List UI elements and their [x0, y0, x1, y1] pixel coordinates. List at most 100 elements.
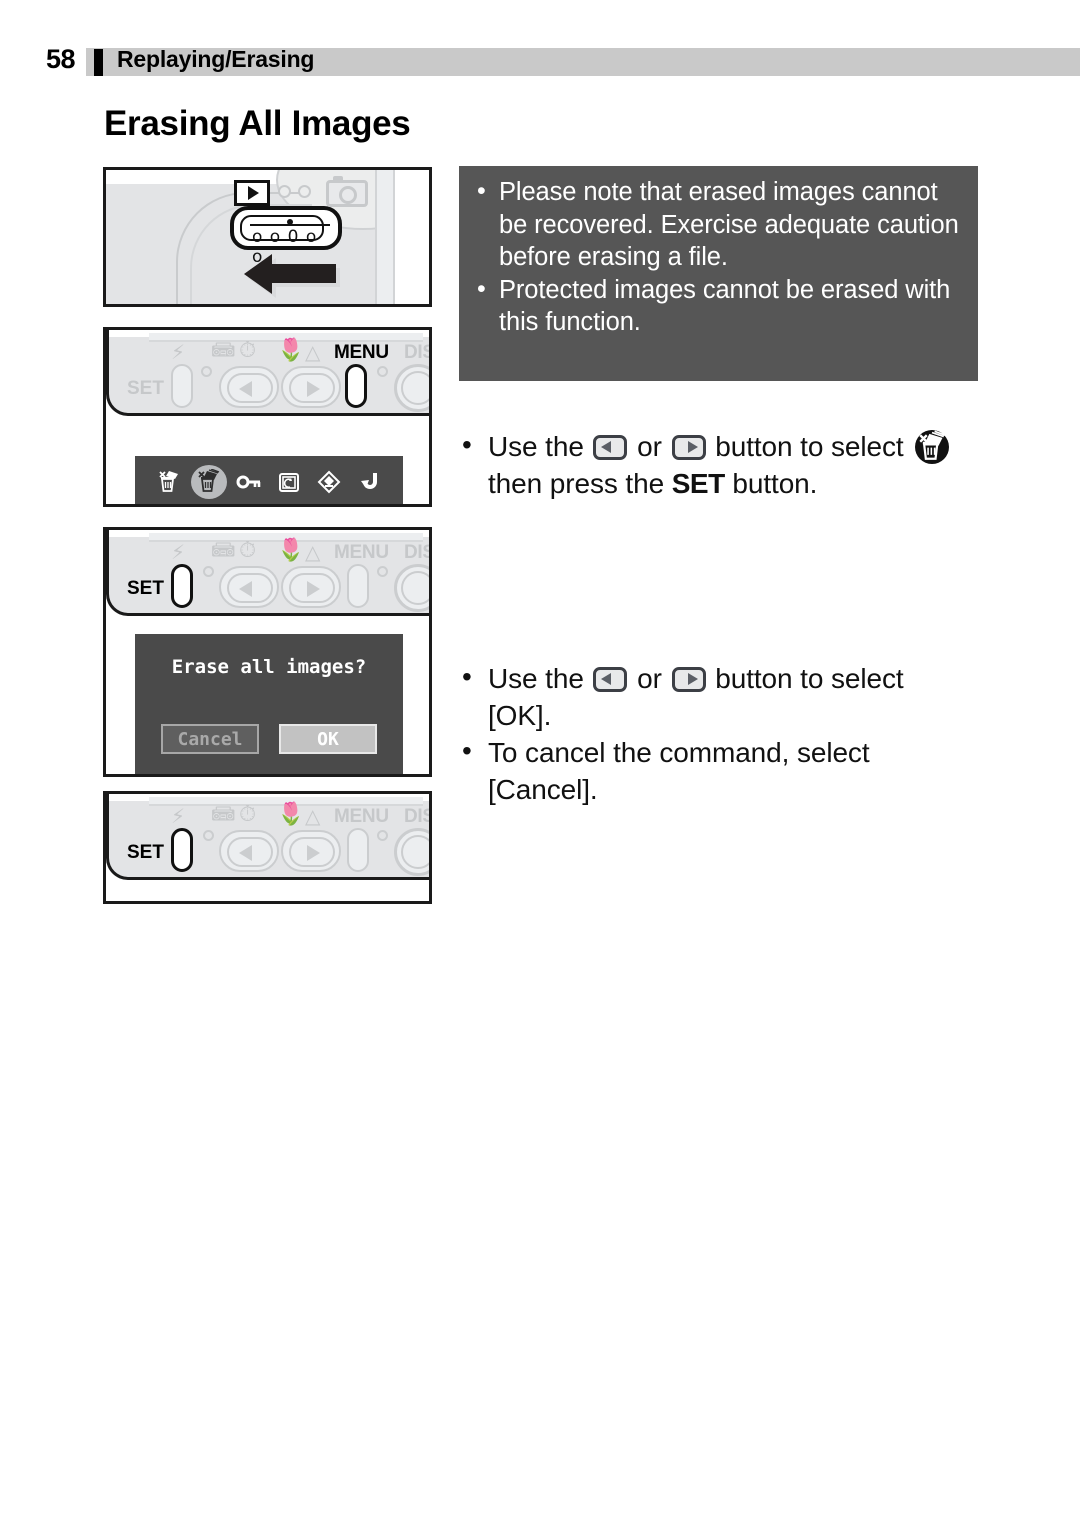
- lcd-menu-screen: [135, 456, 403, 504]
- right-arrow-button-2[interactable]: [281, 366, 341, 408]
- instr2-text-part2: button to select: [715, 663, 904, 694]
- mode-switch-nub: [287, 219, 293, 225]
- continuous-shoot-icon: 📾: [211, 802, 236, 827]
- disp-button-3[interactable]: [394, 564, 429, 612]
- protect-key-icon[interactable]: [234, 467, 264, 497]
- figure-step-2: ⚡ 📾 ⏱ 🌷 △ MENU DISP SET: [103, 327, 432, 507]
- indicator-led-3b: [377, 566, 388, 577]
- set-button-4[interactable]: [171, 828, 193, 872]
- indicator-led-4b: [377, 830, 388, 841]
- erase-all-icon[interactable]: [191, 465, 227, 499]
- camera-button-row-3: ⚡ 📾 ⏱ 🌷 △ MENU DISP SET: [106, 530, 429, 616]
- dialog-button-row: Cancel OK: [161, 724, 377, 754]
- landscape-icon: △: [305, 540, 321, 564]
- figure-step-1: o o 0 o o: [103, 167, 432, 307]
- menu-label: MENU: [334, 342, 389, 363]
- instruction-block-1: Use the or button to select then press t…: [458, 426, 998, 502]
- menu-button-3[interactable]: [347, 564, 369, 608]
- disp-button-2[interactable]: [394, 364, 429, 412]
- flash-icon: ⚡: [171, 340, 186, 364]
- erase-single-icon[interactable]: [154, 467, 184, 497]
- disp-label: DISP: [404, 806, 429, 827]
- dialog-message: Erase all images?: [171, 656, 367, 678]
- instr2-text-part1: Use the: [488, 663, 584, 694]
- landscape-icon: △: [305, 340, 321, 364]
- instruction-item: To cancel the command, select [Cancel].: [458, 732, 968, 808]
- set-label-3: SET: [127, 578, 164, 599]
- note-item: Please note that erased images cannot be…: [475, 175, 960, 274]
- disp-button-4[interactable]: [394, 828, 429, 876]
- camera-mode-icon: [326, 176, 368, 207]
- section-title: Replaying/Erasing: [117, 46, 315, 72]
- mode-switch-inner: o o 0 o o: [240, 215, 330, 267]
- return-arrow-icon[interactable]: [354, 467, 384, 497]
- mode-dot-2: [298, 185, 311, 198]
- mode-dot-1: [278, 185, 291, 198]
- instr1-text-part3: then press the: [488, 468, 665, 499]
- left-arrow-button-icon: [593, 435, 628, 460]
- indicator-led-3a: [203, 566, 214, 577]
- page-header: 58 Replaying/Erasing: [0, 44, 1080, 78]
- note-item: Protected images cannot be erased with t…: [475, 273, 960, 339]
- mode-switch-ridges: o o 0 o o: [252, 227, 318, 267]
- menu-button-4[interactable]: [347, 828, 369, 872]
- landscape-icon: △: [305, 804, 321, 828]
- instruction-item: Use the or button to select [OK].: [458, 658, 968, 734]
- camera-button-row-4: ⚡ 📾 ⏱ 🌷 △ MENU DISP SET: [106, 794, 429, 880]
- flash-icon: ⚡: [171, 804, 186, 828]
- indicator-led-2b: [377, 366, 388, 377]
- instruction-item: Use the or button to select then press t…: [458, 426, 998, 502]
- self-timer-icon: ⏱: [239, 538, 257, 563]
- indicator-led-4a: [203, 830, 214, 841]
- dialog-cancel-button[interactable]: Cancel: [161, 724, 259, 754]
- macro-icon: 🌷: [277, 538, 305, 563]
- continuous-shoot-icon: 📾: [211, 338, 236, 363]
- camera-button-row-2: ⚡ 📾 ⏱ 🌷 △ MENU DISP SET: [106, 330, 429, 416]
- erase-all-icon: [915, 430, 950, 464]
- page-title: Erasing All Images: [104, 104, 411, 143]
- instr2-text-part3: [OK].: [488, 700, 552, 731]
- lcd-confirm-dialog: Erase all images? Cancel OK: [135, 634, 403, 774]
- menu-label: MENU: [334, 542, 389, 563]
- camera-right-edge-line: [375, 170, 395, 304]
- set-keyword: SET: [671, 468, 725, 499]
- set-button-2[interactable]: [171, 364, 193, 408]
- continuous-shoot-icon: 📾: [211, 538, 236, 563]
- playback-mode-icon: [234, 180, 270, 206]
- figure-step-4: ⚡ 📾 ⏱ 🌷 △ MENU DISP SET: [103, 791, 432, 904]
- macro-icon: 🌷: [277, 802, 305, 827]
- macro-icon: 🌷: [277, 338, 305, 363]
- play-triangle-icon: [248, 186, 259, 200]
- instr1-or: or: [637, 431, 662, 462]
- header-tick-marker: [94, 49, 103, 76]
- set-button-3[interactable]: [171, 564, 193, 608]
- self-timer-icon: ⏱: [239, 802, 257, 827]
- instruction-block-2: Use the or button to select [OK]. To can…: [458, 658, 968, 808]
- instr2-or: or: [637, 663, 662, 694]
- dialog-ok-button[interactable]: OK: [279, 724, 377, 754]
- page-number: 58: [46, 44, 76, 74]
- left-arrow-button-icon: [593, 667, 628, 692]
- right-arrow-button-4[interactable]: [281, 830, 341, 872]
- menu-button-2[interactable]: [345, 364, 367, 408]
- instr1-text-part1: Use the: [488, 431, 584, 462]
- flash-icon: ⚡: [171, 540, 186, 564]
- mode-switch[interactable]: o o 0 o o: [230, 206, 342, 267]
- camera-glyph-row-4: ⚡ 📾 ⏱ 🌷 △ MENU DISP: [109, 804, 429, 832]
- caution-note-box: Please note that erased images cannot be…: [459, 166, 978, 381]
- right-arrow-button-icon: [671, 667, 706, 692]
- instr1-text-part2: button to select: [715, 431, 904, 462]
- camera-right-edge: [391, 170, 429, 304]
- disp-label: DISP: [404, 342, 429, 363]
- set-label-4: SET: [127, 842, 164, 863]
- indicator-led-2a: [201, 366, 212, 377]
- rotate-icon[interactable]: [274, 467, 304, 497]
- left-arrow-button-2[interactable]: [219, 366, 279, 408]
- set-label-2: SET: [127, 378, 164, 399]
- transfer-order-icon[interactable]: [314, 467, 344, 497]
- menu-label: MENU: [334, 806, 389, 827]
- disp-label: DISP: [404, 542, 429, 563]
- right-arrow-button-3[interactable]: [281, 566, 341, 608]
- left-arrow-button-4[interactable]: [219, 830, 279, 872]
- left-arrow-button-3[interactable]: [219, 566, 279, 608]
